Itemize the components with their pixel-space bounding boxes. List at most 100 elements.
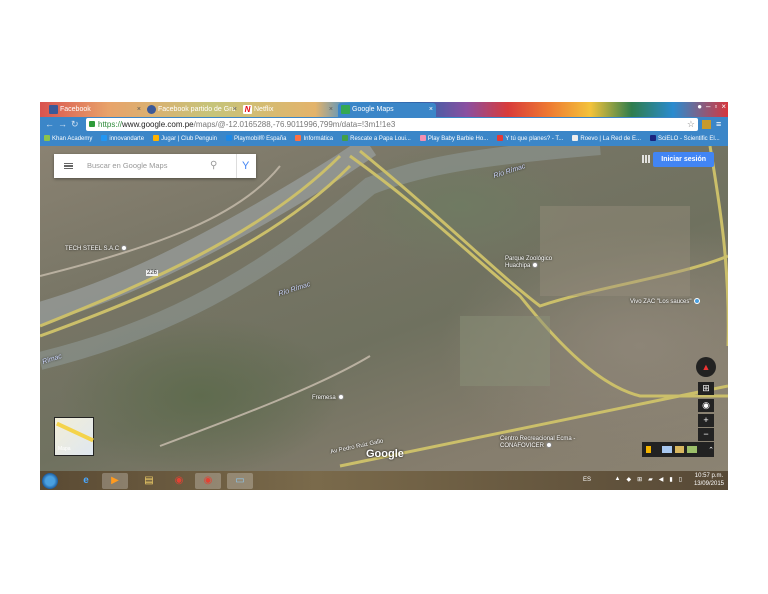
zoom-out-button[interactable]: − xyxy=(698,428,714,441)
bookmark-label: Roevo | La Red de E... xyxy=(580,136,641,142)
place-label: Fremesa xyxy=(312,395,336,401)
block xyxy=(540,206,690,296)
road-shield: 226 xyxy=(146,270,159,276)
satellite-map[interactable]: Buscar en Google Maps ⚲ Y Iniciar sesión R… xyxy=(40,146,728,471)
place-label: Parque Zoológico Huachipa xyxy=(505,256,553,269)
start-button[interactable] xyxy=(42,473,58,489)
folder-icon[interactable]: ▰ xyxy=(648,476,653,483)
block xyxy=(460,316,550,386)
bookmark-label: Playmobil® España xyxy=(234,136,287,142)
bookmark-item[interactable]: Y tú que planes? - T... xyxy=(497,132,563,146)
ie-icon[interactable]: e xyxy=(73,473,99,489)
network-icon[interactable]: ▮ xyxy=(669,476,672,483)
apps-grid-icon[interactable] xyxy=(642,155,650,163)
bookmark-item[interactable]: Informática xyxy=(295,132,333,146)
chrome-active-icon[interactable]: ◉ xyxy=(195,473,221,489)
bookmark-label: Khan Academy xyxy=(52,136,93,142)
close-window-icon[interactable]: × xyxy=(721,102,726,111)
pegman-icon[interactable] xyxy=(646,446,651,453)
bookmark-favicon-icon xyxy=(497,135,504,141)
close-tab-icon[interactable]: × xyxy=(137,103,141,116)
bookmark-item[interactable]: Playmobil® España xyxy=(226,132,286,146)
place-pin-icon xyxy=(693,298,700,304)
directions-icon[interactable]: Y xyxy=(236,154,249,178)
tab-bar: Facebook × Facebook partido de Gru × N Netf… xyxy=(40,102,728,117)
minimize-icon[interactable]: – xyxy=(706,102,710,111)
bookmark-label: innovandarte xyxy=(109,136,145,142)
map-roads xyxy=(40,146,728,468)
place-zoo[interactable]: Parque Zoológico Huachipa xyxy=(505,256,565,269)
back-icon[interactable]: ← xyxy=(45,119,54,129)
windows-flag-icon[interactable]: ⊞ xyxy=(637,476,642,483)
expand-icon[interactable]: ⌃ xyxy=(708,446,714,454)
photo-viewer-icon[interactable]: ▭ xyxy=(227,473,253,489)
url-input[interactable]: https://www.google.com.pe/maps/@-12.0165… xyxy=(86,118,698,131)
clock[interactable]: 10:57 p.m. 13/09/2015 xyxy=(694,472,724,488)
chrome-icon[interactable]: ◉ xyxy=(166,473,192,489)
search-icon[interactable]: ⚲ xyxy=(210,154,217,178)
bookmark-star-icon[interactable]: ☆ xyxy=(687,118,695,131)
place-centro[interactable]: Centro Recreacional Ecma - CONAFOVICER xyxy=(500,436,590,449)
user-icon[interactable]: ● xyxy=(697,102,702,111)
bookmark-label: SciELO - Scientific El... xyxy=(658,136,720,142)
extension-icon[interactable] xyxy=(702,120,711,129)
tab-google-maps[interactable]: Google Maps × xyxy=(338,103,436,117)
bookmark-item[interactable]: Roevo | La Red de E... xyxy=(572,132,641,146)
time: 10:57 p.m. xyxy=(694,473,724,479)
bookmark-label: Play Baby Barbie Ho... xyxy=(427,136,489,142)
show-hidden-icon[interactable]: ▲ xyxy=(615,476,621,483)
place-pin-icon xyxy=(121,245,128,251)
bookmark-label: Rescate a Papa Loui... xyxy=(350,136,411,142)
layer-transit[interactable] xyxy=(674,446,685,453)
bookmark-label: Y tú que planes? - T... xyxy=(505,136,564,142)
windows-taskbar: e ▶ ▤ ◉ ◉ ▭ ES ▲ ◆ ⊞ ▰ ◀ ▮ ▯ 10:57 p.m. 13/09/2… xyxy=(40,471,728,490)
bookmark-item[interactable]: Rescate a Papa Loui... xyxy=(342,132,411,146)
bookmark-item[interactable]: SciELO - Scientific El... xyxy=(650,132,720,146)
map-view-toggle[interactable]: Mapa xyxy=(54,417,94,456)
bookmark-favicon-icon xyxy=(295,135,302,141)
compass-icon[interactable]: ▲ xyxy=(696,357,716,377)
bookmark-item[interactable]: Jugar | Club Penguin xyxy=(153,132,217,146)
explorer-icon[interactable]: ▤ xyxy=(136,473,162,489)
menu-icon[interactable]: ≡ xyxy=(716,119,721,129)
power-icon[interactable]: ▯ xyxy=(679,476,682,483)
tab-netflix[interactable]: N Netflix × xyxy=(240,103,336,117)
google-maps-icon xyxy=(341,105,350,114)
layer-traffic[interactable] xyxy=(661,446,672,453)
url-scheme: https:// xyxy=(98,120,123,129)
search-box[interactable]: Buscar en Google Maps ⚲ Y xyxy=(54,154,256,178)
language-indicator[interactable]: ES xyxy=(583,477,591,483)
bookmark-item[interactable]: innovandarte xyxy=(101,132,144,146)
tilt-button[interactable]: ⊞ xyxy=(698,382,714,395)
close-tab-icon[interactable]: × xyxy=(233,103,237,116)
place-tech-steel[interactable]: TECH STEEL S.A.C xyxy=(65,245,128,252)
system-tray: ▲ ◆ ⊞ ▰ ◀ ▮ ▯ xyxy=(615,476,682,483)
window-controls: ● – ▫ × xyxy=(697,102,726,111)
tab-facebook-partido[interactable]: Facebook partido de Gru × xyxy=(144,103,240,117)
bookmark-favicon-icon xyxy=(650,135,656,141)
layer-terrain[interactable] xyxy=(687,446,698,453)
layers-bar: ⌃ xyxy=(642,442,714,457)
zoom-in-button[interactable]: + xyxy=(698,414,714,427)
reload-icon[interactable]: ↻ xyxy=(71,119,79,130)
place-fremesa[interactable]: Fremesa xyxy=(312,394,344,401)
bookmarks-bar: Khan Academy innovandarte Jugar | Club Pen… xyxy=(40,132,728,146)
close-tab-icon[interactable]: × xyxy=(429,103,433,116)
tab-facebook[interactable]: Facebook × xyxy=(46,103,144,117)
close-tab-icon[interactable]: × xyxy=(329,103,333,116)
maximize-icon[interactable]: ▫ xyxy=(714,102,717,111)
volume-icon[interactable]: ◀ xyxy=(659,476,664,483)
place-pin-icon xyxy=(532,262,539,268)
tab-label: Netflix xyxy=(254,106,274,113)
bookmark-item[interactable]: Khan Academy xyxy=(44,132,92,146)
bookmark-favicon-icon xyxy=(572,135,579,141)
lock-icon xyxy=(89,121,95,127)
forward-icon[interactable]: → xyxy=(58,119,67,129)
security-icon[interactable]: ◆ xyxy=(626,476,631,483)
bookmark-item[interactable]: Play Baby Barbie Ho... xyxy=(419,132,489,146)
place-los-sauces[interactable]: Vivo ZAC "Los sauces" xyxy=(630,298,700,305)
media-player-icon[interactable]: ▶ xyxy=(102,473,128,489)
my-location-icon[interactable]: ◉ xyxy=(698,399,714,412)
hamburger-menu-icon[interactable] xyxy=(64,163,73,169)
signin-button[interactable]: Iniciar sesión xyxy=(653,152,714,167)
